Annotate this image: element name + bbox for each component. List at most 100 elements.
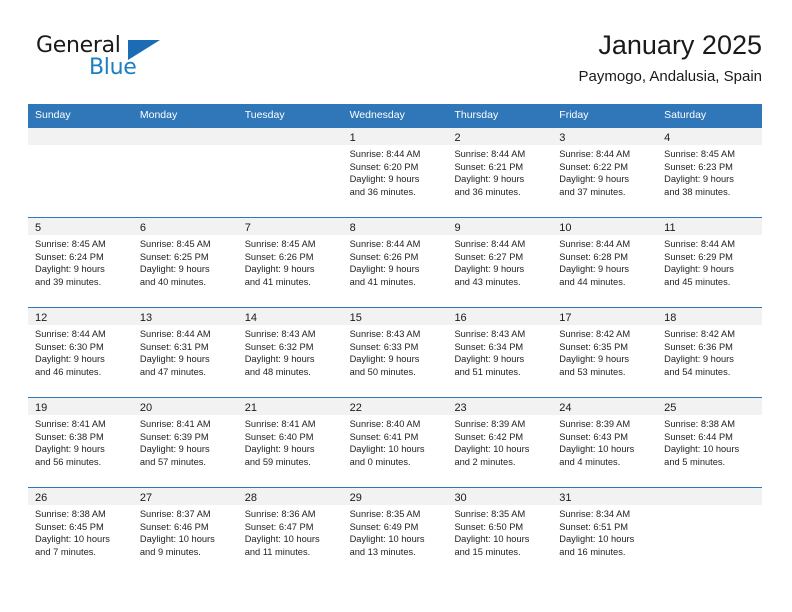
- day-number: 7: [244, 222, 251, 234]
- day-cell[interactable]: 4 Sunrise: 8:45 AM Sunset: 6:23 PM Dayli…: [657, 128, 763, 217]
- sunrise-text: Sunrise: 8:39 AM: [454, 419, 526, 429]
- daylight-text-line2: and 51 minutes.: [454, 366, 521, 377]
- daylight-text-line1: Daylight: 9 hours: [664, 174, 734, 185]
- day-number: 14: [244, 312, 257, 324]
- daylight-text-line1: Daylight: 9 hours: [244, 264, 315, 275]
- day-cell[interactable]: 13 Sunrise: 8:44 AM Sunset: 6:31 PM Dayl…: [132, 308, 238, 397]
- day-number: 27: [139, 492, 153, 504]
- day-cell[interactable]: 8 Sunrise: 8:44 AM Sunset: 6:26 PM Dayli…: [342, 218, 448, 307]
- sunrise-text: Sunrise: 8:45 AM: [244, 239, 316, 249]
- day-info: Sunrise: 8:44 AM Sunset: 6:27 PM Dayligh…: [447, 235, 552, 288]
- sunrise-text: Sunrise: 8:42 AM: [559, 329, 631, 339]
- day-cell[interactable]: 3 Sunrise: 8:44 AM Sunset: 6:22 PM Dayli…: [552, 128, 658, 217]
- daylight-text-line2: and 5 minutes.: [664, 456, 726, 467]
- daylight-text-line1: Daylight: 10 hours: [559, 444, 635, 455]
- day-cell[interactable]: 22 Sunrise: 8:40 AM Sunset: 6:41 PM Dayl…: [342, 398, 448, 487]
- sunset-text: Sunset: 6:29 PM: [664, 251, 733, 262]
- day-cell[interactable]: 27 Sunrise: 8:37 AM Sunset: 6:46 PM Dayl…: [132, 488, 238, 577]
- day-cell[interactable]: 30 Sunrise: 8:35 AM Sunset: 6:50 PM Dayl…: [447, 488, 553, 577]
- day-info: Sunrise: 8:43 AM Sunset: 6:34 PM Dayligh…: [447, 325, 552, 378]
- daylight-text-line1: Daylight: 9 hours: [349, 264, 420, 275]
- day-cell[interactable]: [237, 128, 343, 217]
- day-cell[interactable]: 5 Sunrise: 8:45 AM Sunset: 6:24 PM Dayli…: [28, 218, 133, 307]
- daylight-text-line1: Daylight: 9 hours: [244, 444, 315, 455]
- day-cell[interactable]: 29 Sunrise: 8:35 AM Sunset: 6:49 PM Dayl…: [342, 488, 448, 577]
- daylight-text-line2: and 0 minutes.: [349, 456, 411, 467]
- day-number-band: 15: [342, 308, 448, 325]
- day-cell[interactable]: 9 Sunrise: 8:44 AM Sunset: 6:27 PM Dayli…: [447, 218, 553, 307]
- sunrise-text: Sunrise: 8:44 AM: [454, 239, 526, 249]
- day-number-band: [132, 128, 238, 145]
- sunset-text: Sunset: 6:45 PM: [35, 521, 104, 532]
- day-number-band: 26: [28, 488, 133, 505]
- day-number: 26: [35, 492, 48, 504]
- day-cell[interactable]: [132, 128, 238, 217]
- day-cell[interactable]: 1 Sunrise: 8:44 AM Sunset: 6:20 PM Dayli…: [342, 128, 448, 217]
- sunrise-text: Sunrise: 8:41 AM: [244, 419, 316, 429]
- sunset-text: Sunset: 6:49 PM: [349, 521, 419, 532]
- day-cell[interactable]: 28 Sunrise: 8:36 AM Sunset: 6:47 PM Dayl…: [237, 488, 343, 577]
- day-cell[interactable]: 16 Sunrise: 8:43 AM Sunset: 6:34 PM Dayl…: [447, 308, 553, 397]
- day-info: Sunrise: 8:43 AM Sunset: 6:33 PM Dayligh…: [343, 325, 448, 378]
- day-cell[interactable]: 26 Sunrise: 8:38 AM Sunset: 6:45 PM Dayl…: [28, 488, 133, 577]
- page-header: General Blue January 2025 Paymogo, Andal…: [28, 28, 762, 98]
- day-cell[interactable]: 18 Sunrise: 8:42 AM Sunset: 6:36 PM Dayl…: [657, 308, 763, 397]
- sunset-text: Sunset: 6:27 PM: [454, 251, 524, 262]
- day-number-band: 9: [447, 218, 553, 235]
- sunrise-text: Sunrise: 8:44 AM: [35, 329, 106, 339]
- day-cell[interactable]: 25 Sunrise: 8:38 AM Sunset: 6:44 PM Dayl…: [657, 398, 763, 487]
- day-cell[interactable]: [657, 488, 763, 577]
- day-number: 6: [139, 222, 146, 234]
- day-cell[interactable]: 21 Sunrise: 8:41 AM Sunset: 6:40 PM Dayl…: [237, 398, 343, 487]
- general-blue-logo[interactable]: General Blue: [36, 34, 166, 86]
- day-number-band: 11: [657, 218, 763, 235]
- daylight-text-line2: and 11 minutes.: [244, 546, 311, 557]
- sunset-text: Sunset: 6:25 PM: [139, 251, 209, 262]
- day-number: 17: [559, 312, 572, 324]
- day-info: Sunrise: 8:41 AM Sunset: 6:40 PM Dayligh…: [238, 415, 343, 468]
- sunrise-text: Sunrise: 8:43 AM: [349, 329, 421, 339]
- day-info: Sunrise: 8:41 AM Sunset: 6:38 PM Dayligh…: [28, 415, 133, 468]
- day-info: [657, 505, 762, 508]
- day-info: Sunrise: 8:43 AM Sunset: 6:32 PM Dayligh…: [238, 325, 343, 378]
- day-number: 21: [244, 402, 257, 414]
- day-number-band: 23: [447, 398, 553, 415]
- daylight-text-line1: Daylight: 9 hours: [35, 444, 105, 455]
- day-cell[interactable]: [28, 128, 133, 217]
- sunrise-text: Sunrise: 8:44 AM: [559, 239, 631, 249]
- day-cell[interactable]: 19 Sunrise: 8:41 AM Sunset: 6:38 PM Dayl…: [28, 398, 133, 487]
- day-number: 31: [559, 492, 572, 504]
- day-number: 16: [454, 312, 467, 324]
- day-info: Sunrise: 8:44 AM Sunset: 6:26 PM Dayligh…: [343, 235, 448, 288]
- daylight-text-line1: Daylight: 9 hours: [454, 264, 525, 275]
- day-cell[interactable]: 12 Sunrise: 8:44 AM Sunset: 6:30 PM Dayl…: [28, 308, 133, 397]
- day-cell[interactable]: 11 Sunrise: 8:44 AM Sunset: 6:29 PM Dayl…: [657, 218, 763, 307]
- sunrise-text: Sunrise: 8:35 AM: [349, 509, 421, 519]
- day-cell[interactable]: 20 Sunrise: 8:41 AM Sunset: 6:39 PM Dayl…: [132, 398, 238, 487]
- daylight-text-line1: Daylight: 10 hours: [349, 534, 425, 545]
- sunrise-text: Sunrise: 8:38 AM: [35, 509, 106, 519]
- day-cell[interactable]: 14 Sunrise: 8:43 AM Sunset: 6:32 PM Dayl…: [237, 308, 343, 397]
- sunrise-text: Sunrise: 8:38 AM: [664, 419, 735, 429]
- day-info: Sunrise: 8:44 AM Sunset: 6:31 PM Dayligh…: [133, 325, 238, 378]
- day-cell[interactable]: 23 Sunrise: 8:39 AM Sunset: 6:42 PM Dayl…: [447, 398, 553, 487]
- day-cell[interactable]: 10 Sunrise: 8:44 AM Sunset: 6:28 PM Dayl…: [552, 218, 658, 307]
- day-cell[interactable]: 15 Sunrise: 8:43 AM Sunset: 6:33 PM Dayl…: [342, 308, 448, 397]
- sunrise-text: Sunrise: 8:45 AM: [139, 239, 211, 249]
- day-number: 12: [35, 312, 48, 324]
- day-number: 5: [35, 222, 42, 234]
- sunset-text: Sunset: 6:32 PM: [244, 341, 314, 352]
- day-cell[interactable]: 31 Sunrise: 8:34 AM Sunset: 6:51 PM Dayl…: [552, 488, 658, 577]
- day-cell[interactable]: 24 Sunrise: 8:39 AM Sunset: 6:43 PM Dayl…: [552, 398, 658, 487]
- sunset-text: Sunset: 6:33 PM: [349, 341, 419, 352]
- day-cell[interactable]: 2 Sunrise: 8:44 AM Sunset: 6:21 PM Dayli…: [447, 128, 553, 217]
- day-cell[interactable]: 17 Sunrise: 8:42 AM Sunset: 6:35 PM Dayl…: [552, 308, 658, 397]
- daylight-text-line2: and 41 minutes.: [244, 276, 311, 287]
- daylight-text-line1: Daylight: 9 hours: [559, 264, 630, 275]
- day-cell[interactable]: 6 Sunrise: 8:45 AM Sunset: 6:25 PM Dayli…: [132, 218, 238, 307]
- day-info: [28, 145, 133, 148]
- day-number-band: 3: [552, 128, 658, 145]
- day-cell[interactable]: 7 Sunrise: 8:45 AM Sunset: 6:26 PM Dayli…: [237, 218, 343, 307]
- weekday-header-monday: Monday: [139, 109, 178, 121]
- day-info: Sunrise: 8:45 AM Sunset: 6:25 PM Dayligh…: [133, 235, 238, 288]
